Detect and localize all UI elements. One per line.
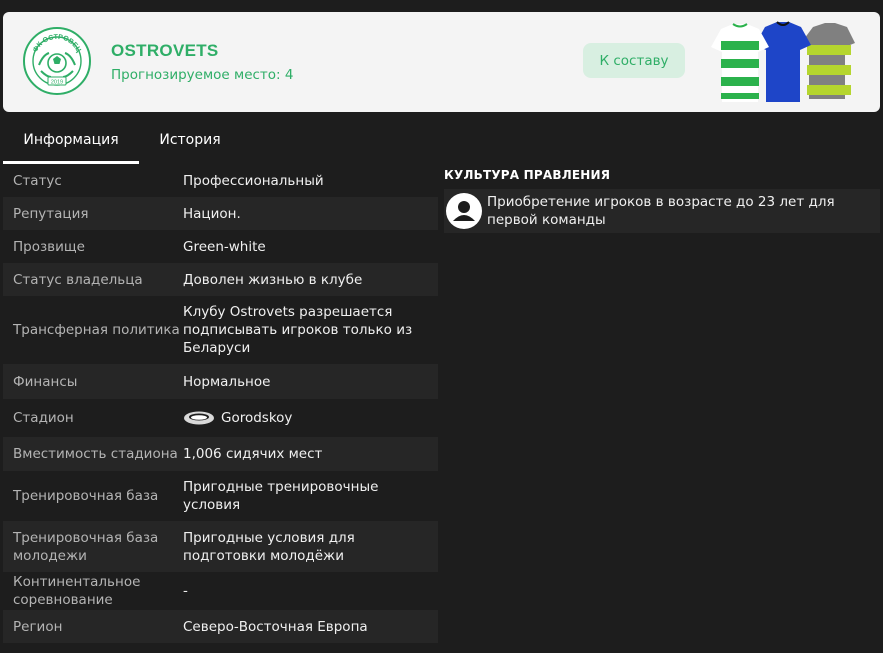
info-label: Тренировочная база молодежи <box>13 529 159 564</box>
crest-year: 2019 <box>51 80 63 86</box>
info-row-youth-facilities: Тренировочная база молодежи Пригодные ус… <box>3 521 438 572</box>
info-label: Финансы <box>13 373 78 390</box>
info-row-stadium-capacity: Вместимость стадиона 1,006 сидячих мест <box>3 437 438 471</box>
info-row-finances: Финансы Нормальное <box>3 364 438 399</box>
club-header-card: ФК ОСТРОВЕЦ 2019 OSTROVETS Прогнозируемо… <box>3 12 880 112</box>
stadium-name[interactable]: Gorodskoy <box>221 409 292 427</box>
info-value: Клубу Ostrovets разрешается подписывать … <box>183 304 413 356</box>
info-label: Трансферная политика <box>13 322 180 338</box>
tab-history[interactable]: История <box>145 122 235 161</box>
info-label: Регион <box>13 618 63 635</box>
info-value: Нормальное <box>183 373 271 390</box>
info-value: 1,006 сидячих мест <box>183 446 323 462</box>
third-kit-shirt-icon <box>801 23 855 99</box>
info-label: Репутация <box>13 205 89 222</box>
info-label: Статус владельца <box>13 271 143 288</box>
info-row-stadium: Стадион Gorodskoy <box>3 399 438 437</box>
board-culture-panel: КУЛЬТУРА ПРАВЛЕНИЯ Приобретение игроков … <box>444 165 880 233</box>
info-label: Тренировочная база <box>13 488 159 504</box>
info-value: Северо-Восточная Европа <box>183 618 368 635</box>
tab-bar: Информация История <box>3 122 880 164</box>
tab-information[interactable]: Информация <box>3 122 139 164</box>
info-value: Национ. <box>183 205 241 222</box>
info-value[interactable]: Gorodskoy <box>183 409 438 427</box>
info-row-nickname: Прозвище Green-white <box>3 230 438 263</box>
info-label: Статус <box>13 173 62 189</box>
to-squad-button[interactable]: К составу <box>583 43 685 78</box>
club-crest-icon: ФК ОСТРОВЕЦ 2019 <box>23 27 91 95</box>
info-row-transfer-policy: Трансферная политика Клубу Ostrovets раз… <box>3 296 438 364</box>
info-value: Пригодные условия для подготовки молодёж… <box>183 529 355 564</box>
info-value: Green-white <box>183 238 266 255</box>
info-label: Прозвище <box>13 238 85 255</box>
info-row-region: Регион Северо-Восточная Европа <box>3 610 438 643</box>
stadium-icon <box>184 411 214 425</box>
club-info-table: Статус Профессиональный Репутация Национ… <box>3 165 438 643</box>
board-culture-text: Приобретение игроков в возрасте до 23 ле… <box>487 194 835 228</box>
info-row-continental-competition: Континентальное соревнование - <box>3 572 438 610</box>
board-culture-title: КУЛЬТУРА ПРАВЛЕНИЯ <box>444 168 611 182</box>
info-label: Стадион <box>13 410 74 426</box>
info-value: Профессиональный <box>183 173 324 189</box>
info-value: - <box>183 583 188 599</box>
person-icon <box>446 193 482 229</box>
away-kit-shirt-icon <box>755 21 811 102</box>
info-value: Доволен жизнью в клубе <box>183 271 363 288</box>
info-row-training-facilities: Тренировочная база Пригодные тренировочн… <box>3 471 438 521</box>
club-name[interactable]: OSTROVETS <box>111 41 219 61</box>
predicted-place: Прогнозируемое место: 4 <box>111 67 294 83</box>
info-row-owner-status: Статус владельца Доволен жизнью в клубе <box>3 263 438 296</box>
info-label: Континентальное соревнование <box>13 574 141 608</box>
info-row-reputation: Репутация Национ. <box>3 197 438 230</box>
info-row-status: Статус Профессиональный <box>3 165 438 197</box>
board-culture-item: Приобретение игроков в возрасте до 23 ле… <box>444 189 880 233</box>
info-value: Пригодные тренировочные условия <box>183 479 379 513</box>
club-kits <box>711 21 855 102</box>
home-kit-shirt-icon <box>711 23 769 102</box>
info-label: Вместимость стадиона <box>13 446 178 462</box>
